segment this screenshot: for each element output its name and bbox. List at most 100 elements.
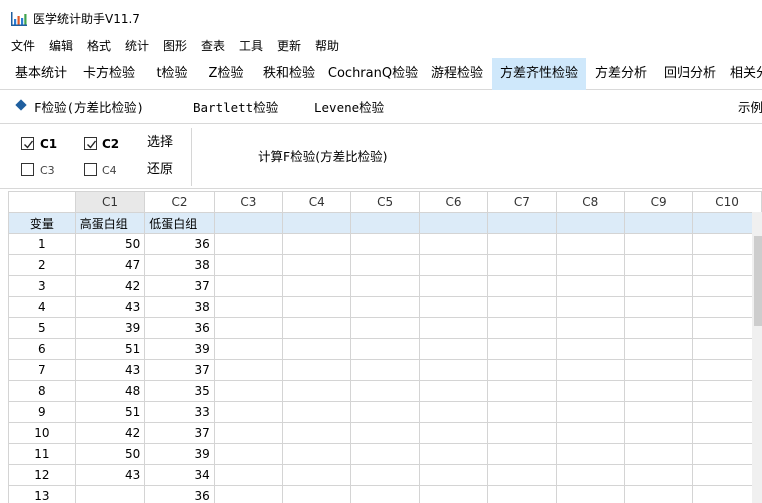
- variable-name-cell[interactable]: [213, 212, 284, 234]
- tab-runs-test[interactable]: 游程检验: [424, 58, 490, 90]
- cell-c2[interactable]: 38: [144, 296, 215, 318]
- menu-file[interactable]: 文件: [11, 38, 35, 54]
- cell-empty[interactable]: [350, 443, 420, 465]
- cell-empty[interactable]: [623, 485, 694, 503]
- row-number[interactable]: 8: [8, 380, 76, 402]
- cell-empty[interactable]: [418, 422, 489, 444]
- cell-empty[interactable]: [213, 401, 284, 423]
- cell-empty[interactable]: [487, 359, 557, 381]
- cell-empty[interactable]: [487, 485, 557, 503]
- variable-name-cell[interactable]: [418, 212, 489, 234]
- c2-checkbox[interactable]: [84, 137, 97, 150]
- cell-empty[interactable]: [418, 296, 489, 318]
- menu-edit[interactable]: 编辑: [49, 38, 73, 54]
- cell-empty[interactable]: [418, 401, 489, 423]
- cell-c2[interactable]: 34: [144, 464, 215, 486]
- cell-empty[interactable]: [350, 338, 420, 360]
- row-number[interactable]: 10: [8, 422, 76, 444]
- tab-regression[interactable]: 回归分析: [657, 58, 723, 90]
- restore-button[interactable]: 还原: [147, 162, 173, 178]
- cell-c1[interactable]: 50: [74, 233, 146, 255]
- cell-empty[interactable]: [623, 233, 694, 255]
- c3-checkbox[interactable]: [21, 163, 34, 176]
- cell-c2[interactable]: 39: [144, 338, 215, 360]
- cell-c1[interactable]: 51: [74, 401, 146, 423]
- row-number[interactable]: 5: [8, 317, 76, 339]
- cell-c2[interactable]: 36: [144, 233, 215, 255]
- cell-empty[interactable]: [555, 275, 625, 297]
- example-link[interactable]: 示例: [738, 100, 762, 116]
- cell-c1[interactable]: 43: [74, 359, 146, 381]
- cell-c2[interactable]: 39: [144, 443, 215, 465]
- cell-c2[interactable]: 36: [144, 485, 215, 503]
- cell-empty[interactable]: [418, 317, 489, 339]
- cell-empty[interactable]: [350, 359, 420, 381]
- cell-empty[interactable]: [418, 485, 489, 503]
- cell-c2[interactable]: 37: [144, 275, 215, 297]
- cell-empty[interactable]: [487, 338, 557, 360]
- col-header-c9[interactable]: C9: [623, 191, 694, 213]
- cell-empty[interactable]: [282, 485, 352, 503]
- cell-empty[interactable]: [213, 275, 284, 297]
- subtab-bartlett[interactable]: Bartlett检验: [193, 100, 278, 116]
- cell-c2[interactable]: 38: [144, 254, 215, 276]
- cell-empty[interactable]: [487, 422, 557, 444]
- cell-empty[interactable]: [555, 233, 625, 255]
- cell-empty[interactable]: [555, 359, 625, 381]
- cell-empty[interactable]: [418, 464, 489, 486]
- cell-c2[interactable]: 35: [144, 380, 215, 402]
- cell-c1[interactable]: [74, 485, 146, 503]
- row-number[interactable]: 13: [8, 485, 76, 503]
- cell-empty[interactable]: [555, 317, 625, 339]
- col-header-c6[interactable]: C6: [418, 191, 489, 213]
- tab-chi-square[interactable]: 卡方检验: [76, 58, 142, 90]
- cell-empty[interactable]: [350, 233, 420, 255]
- cell-empty[interactable]: [282, 233, 352, 255]
- cell-empty[interactable]: [623, 275, 694, 297]
- cell-empty[interactable]: [213, 422, 284, 444]
- cell-empty[interactable]: [350, 317, 420, 339]
- cell-c1[interactable]: 43: [74, 464, 146, 486]
- cell-empty[interactable]: [282, 359, 352, 381]
- cell-empty[interactable]: [282, 275, 352, 297]
- cell-empty[interactable]: [487, 233, 557, 255]
- subtab-levene[interactable]: Levene检验: [314, 100, 384, 116]
- cell-empty[interactable]: [213, 464, 284, 486]
- variable-name-cell[interactable]: [487, 212, 557, 234]
- cell-empty[interactable]: [350, 401, 420, 423]
- menu-tools[interactable]: 工具: [239, 38, 263, 54]
- tab-basic-statistics[interactable]: 基本统计: [8, 58, 74, 90]
- subtab-f-test[interactable]: F检验(方差比检验): [34, 100, 144, 116]
- row-number[interactable]: 1: [8, 233, 76, 255]
- cell-empty[interactable]: [282, 422, 352, 444]
- cell-empty[interactable]: [623, 359, 694, 381]
- cell-empty[interactable]: [282, 317, 352, 339]
- cell-empty[interactable]: [623, 464, 694, 486]
- cell-empty[interactable]: [555, 338, 625, 360]
- menu-graphics[interactable]: 图形: [163, 38, 187, 54]
- menu-help[interactable]: 帮助: [315, 38, 339, 54]
- cell-empty[interactable]: [350, 464, 420, 486]
- cell-c1[interactable]: 50: [74, 443, 146, 465]
- grid-corner[interactable]: [8, 191, 76, 213]
- variable-name-cell[interactable]: [282, 212, 352, 234]
- cell-empty[interactable]: [213, 380, 284, 402]
- cell-empty[interactable]: [555, 401, 625, 423]
- col-header-c5[interactable]: C5: [350, 191, 420, 213]
- cell-c1[interactable]: 42: [74, 422, 146, 444]
- cell-empty[interactable]: [418, 254, 489, 276]
- cell-empty[interactable]: [623, 317, 694, 339]
- cell-empty[interactable]: [623, 338, 694, 360]
- cell-empty[interactable]: [282, 464, 352, 486]
- row-number[interactable]: 7: [8, 359, 76, 381]
- cell-empty[interactable]: [487, 443, 557, 465]
- cell-c1[interactable]: 43: [74, 296, 146, 318]
- cell-empty[interactable]: [418, 233, 489, 255]
- cell-empty[interactable]: [487, 275, 557, 297]
- cell-empty[interactable]: [487, 296, 557, 318]
- c4-checkbox[interactable]: [84, 163, 97, 176]
- cell-empty[interactable]: [623, 401, 694, 423]
- cell-empty[interactable]: [487, 401, 557, 423]
- cell-c2[interactable]: 37: [144, 359, 215, 381]
- cell-empty[interactable]: [623, 254, 694, 276]
